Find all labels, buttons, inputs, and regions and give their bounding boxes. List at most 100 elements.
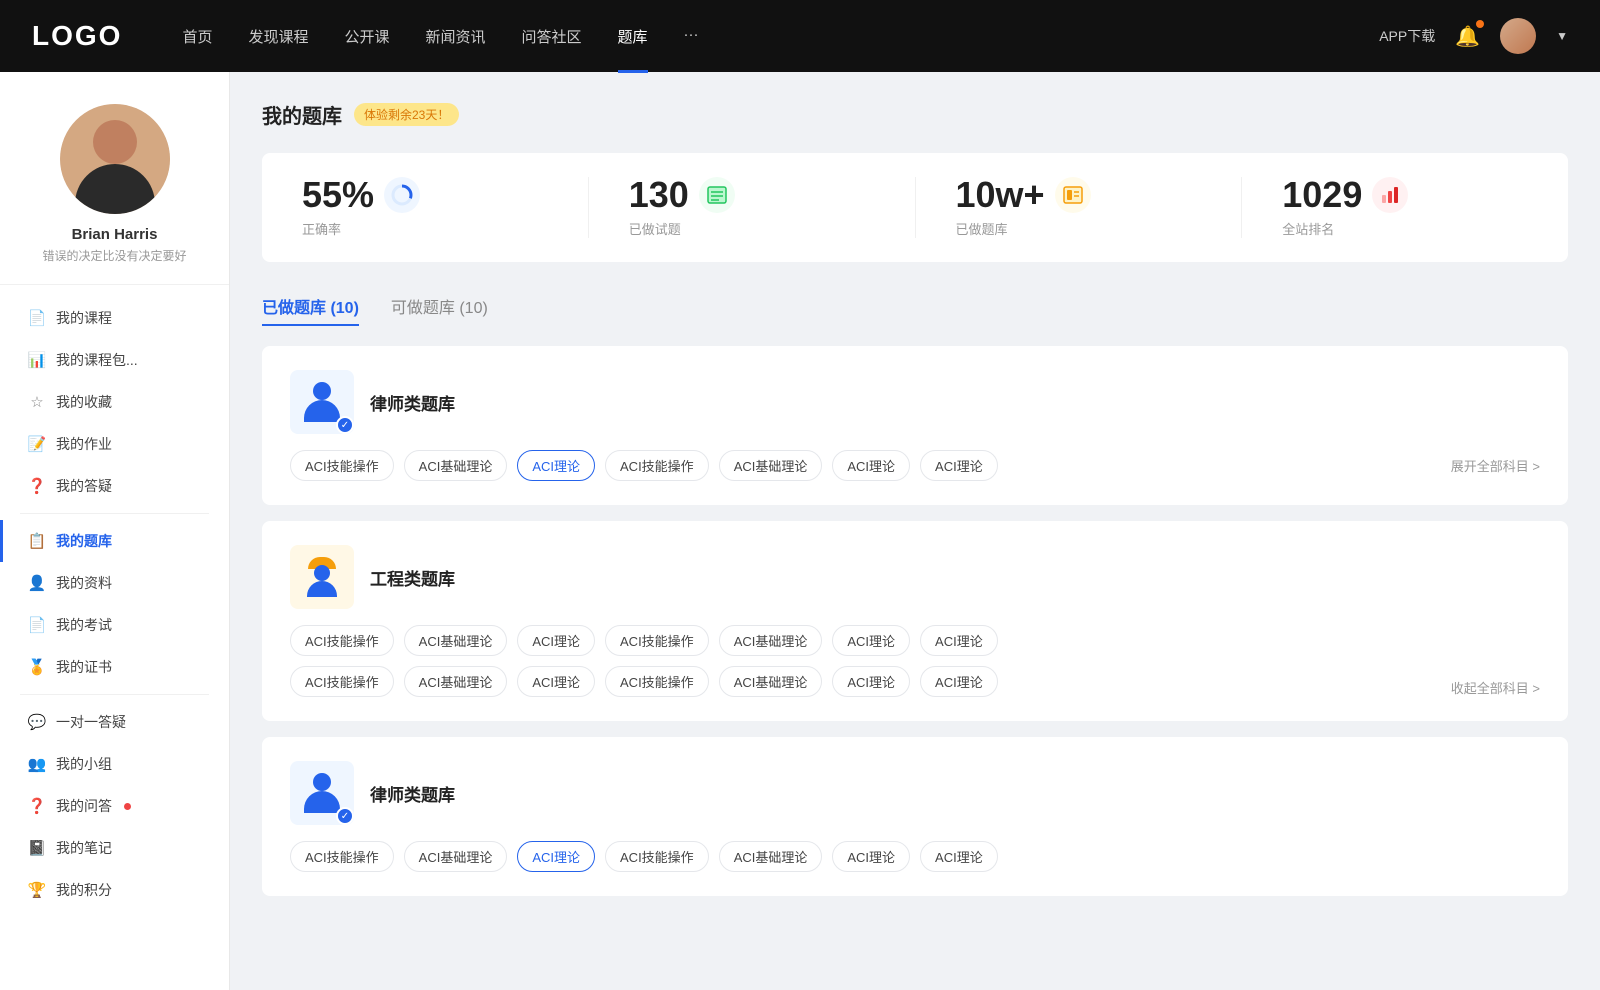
- nav-more[interactable]: ···: [684, 22, 699, 51]
- cert-icon: 🏅: [28, 658, 46, 676]
- stat-rank-icon: [1372, 177, 1408, 213]
- stat-done: 130 已做试题: [589, 177, 916, 238]
- list-icon: [706, 185, 728, 205]
- tag-e2-6[interactable]: ACI理论: [920, 666, 998, 697]
- sidebar-item-package[interactable]: 📊 我的课程包...: [0, 339, 229, 381]
- eng-body: [307, 581, 337, 597]
- tag-e2-5[interactable]: ACI理论: [832, 666, 910, 697]
- sidebar-item-cert[interactable]: 🏅 我的证书: [0, 646, 229, 688]
- sidebar-item-group[interactable]: 👥 我的小组: [0, 743, 229, 785]
- sidebar-item-bank[interactable]: 📋 我的题库: [0, 520, 229, 562]
- collapse-link-eng[interactable]: 收起全部科目 >: [1451, 678, 1540, 697]
- logo: LOGO: [32, 20, 122, 52]
- tag-e2-3[interactable]: ACI技能操作: [605, 666, 709, 697]
- favorites-icon: ☆: [28, 393, 46, 411]
- stat-banks-top: 10w+: [956, 177, 1091, 213]
- sidebar-item-points[interactable]: 🏆 我的积分: [0, 869, 229, 911]
- tag-e1-5[interactable]: ACI理论: [832, 625, 910, 656]
- tag-l1-2[interactable]: ACI理论: [517, 450, 595, 481]
- sidebar: Brian Harris 错误的决定比没有决定要好 📄 我的课程 📊 我的课程包…: [0, 72, 230, 990]
- sidebar-item-notes[interactable]: 📓 我的笔记: [0, 827, 229, 869]
- tag-l2-5[interactable]: ACI理论: [832, 841, 910, 872]
- sidebar-item-homework[interactable]: 📝 我的作业: [0, 423, 229, 465]
- bank-card-lawyer-1-tags-wrap: ACI技能操作 ACI基础理论 ACI理论 ACI技能操作 ACI基础理论 AC…: [290, 450, 1540, 481]
- notification-bell[interactable]: 🔔: [1455, 24, 1480, 49]
- stat-done-label: 已做试题: [629, 219, 681, 238]
- myqa-icon: ❓: [28, 797, 46, 815]
- nav-opencourse[interactable]: 公开课: [344, 22, 389, 51]
- group-icon: 👥: [28, 755, 46, 773]
- sidebar-item-profile[interactable]: 👤 我的资料: [0, 562, 229, 604]
- nav-bank[interactable]: 题库: [618, 22, 648, 51]
- tag-e1-4[interactable]: ACI基础理论: [719, 625, 823, 656]
- tab-available[interactable]: 可做题库 (10): [391, 286, 488, 326]
- tutor-icon: 💬: [28, 713, 46, 731]
- sidebar-item-favorites[interactable]: ☆ 我的收藏: [0, 381, 229, 423]
- tag-l2-6[interactable]: ACI理论: [920, 841, 998, 872]
- tab-done[interactable]: 已做题库 (10): [262, 286, 359, 326]
- tag-l2-0[interactable]: ACI技能操作: [290, 841, 394, 872]
- stat-rank-label: 全站排名: [1282, 219, 1334, 238]
- sidebar-item-questions[interactable]: ❓ 我的答疑: [0, 465, 229, 507]
- profile-icon: 👤: [28, 574, 46, 592]
- tag-e1-1[interactable]: ACI基础理论: [404, 625, 508, 656]
- tag-l1-6[interactable]: ACI理论: [920, 450, 998, 481]
- stat-banks-value: 10w+: [956, 177, 1045, 213]
- lawyer-bank-icon-2: ✓: [290, 761, 354, 825]
- sidebar-divider-2: [20, 694, 209, 695]
- tag-l2-4[interactable]: ACI基础理论: [719, 841, 823, 872]
- tag-e2-2[interactable]: ACI理论: [517, 666, 595, 697]
- tag-l2-1[interactable]: ACI基础理论: [404, 841, 508, 872]
- nav-discover[interactable]: 发现课程: [248, 22, 308, 51]
- avatar: [60, 104, 170, 214]
- checkmark-badge-1: ✓: [336, 416, 354, 434]
- sidebar-item-courses[interactable]: 📄 我的课程: [0, 297, 229, 339]
- tag-l1-4[interactable]: ACI基础理论: [719, 450, 823, 481]
- tag-e2-0[interactable]: ACI技能操作: [290, 666, 394, 697]
- tag-l1-5[interactable]: ACI理论: [832, 450, 910, 481]
- tag-l1-3[interactable]: ACI技能操作: [605, 450, 709, 481]
- tag-e1-2[interactable]: ACI理论: [517, 625, 595, 656]
- tag-e2-1[interactable]: ACI基础理论: [404, 666, 508, 697]
- user-avatar[interactable]: [1500, 18, 1536, 54]
- tag-l1-1[interactable]: ACI基础理论: [404, 450, 508, 481]
- sidebar-item-tutor[interactable]: 💬 一对一答疑: [0, 701, 229, 743]
- bank-card-eng-header: 工程类题库: [290, 545, 1540, 609]
- stat-banks-icon: [1055, 177, 1091, 213]
- stat-accuracy: 55% 正确率: [262, 177, 589, 238]
- exam-icon: 📄: [28, 616, 46, 634]
- sidebar-item-exam[interactable]: 📄 我的考试: [0, 604, 229, 646]
- user-menu-caret[interactable]: ▼: [1556, 29, 1568, 43]
- sidebar-label-points: 我的积分: [56, 880, 112, 900]
- sidebar-label-notes: 我的笔记: [56, 838, 112, 858]
- sidebar-profile: Brian Harris 错误的决定比没有决定要好: [0, 72, 229, 285]
- bank-card-eng-tags-2: ACI技能操作 ACI基础理论 ACI理论 ACI技能操作 ACI基础理论 AC…: [290, 666, 1451, 697]
- expand-link-1[interactable]: 展开全部科目 >: [1451, 456, 1540, 475]
- nav-news[interactable]: 新闻资讯: [426, 22, 486, 51]
- nav-home[interactable]: 首页: [182, 22, 212, 51]
- stat-accuracy-top: 55%: [302, 177, 420, 213]
- notification-badge: [1476, 20, 1484, 28]
- book-icon: [1062, 185, 1084, 205]
- tag-l2-2[interactable]: ACI理论: [517, 841, 595, 872]
- bank-card-eng-title: 工程类题库: [370, 565, 455, 590]
- bank-card-lawyer-2-tags-wrap: ACI技能操作 ACI基础理论 ACI理论 ACI技能操作 ACI基础理论 AC…: [290, 841, 1540, 872]
- stat-accuracy-value: 55%: [302, 177, 374, 213]
- stat-accuracy-icon: [384, 177, 420, 213]
- tag-l2-3[interactable]: ACI技能操作: [605, 841, 709, 872]
- tag-e2-4[interactable]: ACI基础理论: [719, 666, 823, 697]
- app-download[interactable]: APP下载: [1379, 26, 1435, 46]
- bank-card-lawyer-1-tags: ACI技能操作 ACI基础理论 ACI理论 ACI技能操作 ACI基础理论 AC…: [290, 450, 1451, 481]
- sidebar-label-package: 我的课程包...: [56, 350, 138, 370]
- stat-rank-value: 1029: [1282, 177, 1362, 213]
- nav-qa[interactable]: 问答社区: [522, 22, 582, 51]
- tag-l1-0[interactable]: ACI技能操作: [290, 450, 394, 481]
- sidebar-label-homework: 我的作业: [56, 434, 112, 454]
- sidebar-item-myqa[interactable]: ❓ 我的问答: [0, 785, 229, 827]
- tag-e1-3[interactable]: ACI技能操作: [605, 625, 709, 656]
- stat-rank-top: 1029: [1282, 177, 1408, 213]
- tag-e1-0[interactable]: ACI技能操作: [290, 625, 394, 656]
- avatar-image: [60, 104, 170, 214]
- tag-e1-6[interactable]: ACI理论: [920, 625, 998, 656]
- eng-person-container: [302, 557, 342, 597]
